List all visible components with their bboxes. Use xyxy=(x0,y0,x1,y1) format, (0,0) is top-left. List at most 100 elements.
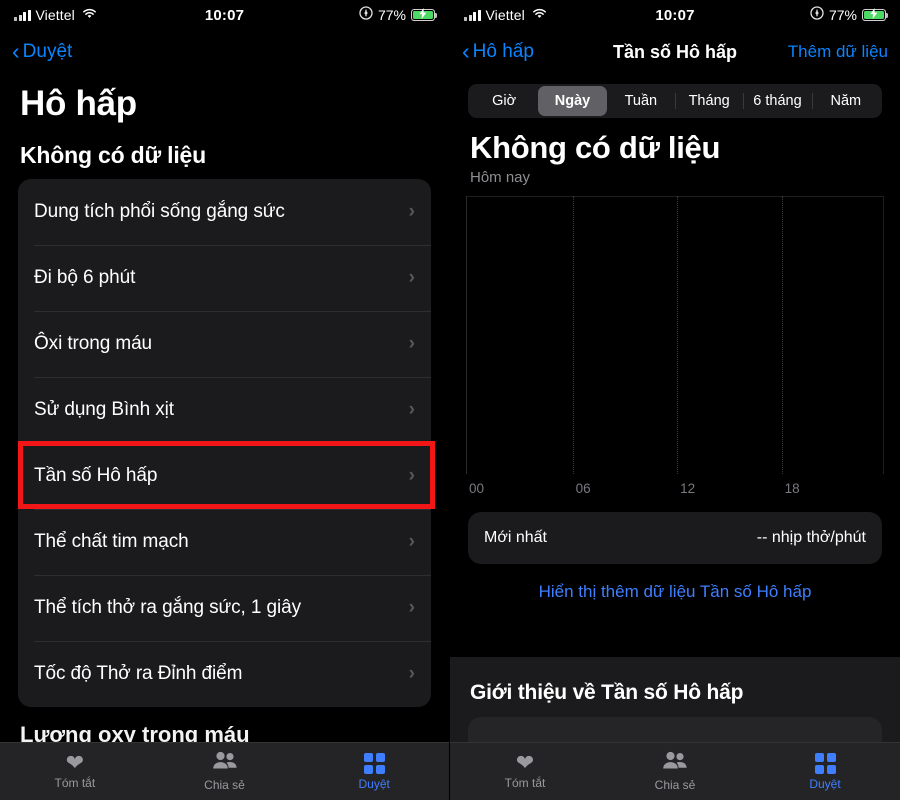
people-icon xyxy=(212,751,238,775)
back-button[interactable]: ‹ Duyệt xyxy=(12,37,73,64)
metrics-list-card: Dung tích phổi sống gắng sức › Đi bộ 6 p… xyxy=(18,179,431,707)
latest-value: -- nhịp thở/phút xyxy=(756,529,866,546)
right-nav-bar: ‹ Hô hấp Tần số Hô hấp Thêm dữ liệu xyxy=(450,30,900,74)
left-nav-bar: ‹ Duyệt xyxy=(0,30,449,74)
chevron-right-icon: › xyxy=(408,663,415,684)
tab-label: Tóm tắt xyxy=(54,776,96,790)
list-item-label: Tần số Hô hấp xyxy=(34,465,158,486)
list-item[interactable]: Thể chất tim mạch › xyxy=(18,509,431,575)
heart-icon: ❤ xyxy=(515,750,535,775)
battery-percent-label: 77% xyxy=(377,7,406,23)
battery-charging-icon xyxy=(862,8,889,21)
no-data-title: Không có dữ liệu xyxy=(470,130,721,165)
list-item-label: Sử dụng Bình xịt xyxy=(34,399,174,420)
list-item-label: Ôxi trong máu xyxy=(34,333,153,354)
tab-summary[interactable]: ❤ Tóm tắt xyxy=(0,750,150,791)
tab-summary[interactable]: ❤ Tóm tắt xyxy=(450,750,600,791)
status-left: Viettel xyxy=(14,7,97,23)
right-phone-screen: Viettel 10:07 77% ‹ Hô hấp Tần số Hô hấp… xyxy=(450,0,900,800)
tab-label: Chia sẻ xyxy=(654,778,696,792)
rotation-lock-icon xyxy=(810,6,824,24)
range-segmented-control: Giờ Ngày Tuần Tháng 6 tháng Năm xyxy=(468,84,882,118)
status-right: 77% xyxy=(359,6,438,24)
show-more-data-button[interactable]: Hiển thị thêm dữ liệu Tần số Hô hấp xyxy=(468,574,882,610)
back-button[interactable]: ‹ Hô hấp xyxy=(462,37,534,64)
chart-gridline xyxy=(572,196,574,474)
segment-hour[interactable]: Giờ xyxy=(470,86,538,116)
heart-icon: ❤ xyxy=(65,750,85,775)
about-title: Giới thiệu về Tần số Hô hấp xyxy=(470,681,744,704)
grid-icon xyxy=(814,752,836,774)
chart-gridline xyxy=(781,196,783,474)
chart-top-border xyxy=(466,196,884,197)
segment-week[interactable]: Tuần xyxy=(607,86,675,116)
chart-gridline xyxy=(677,196,679,474)
chart-x-tick: 06 xyxy=(575,481,591,496)
tab-sharing[interactable]: Chia sẻ xyxy=(600,751,750,792)
tab-browse[interactable]: Duyệt xyxy=(750,752,900,791)
range-segmented-control-wrap: Giờ Ngày Tuần Tháng 6 tháng Năm xyxy=(450,74,900,124)
battery-percent-label: 77% xyxy=(828,7,857,23)
list-item[interactable]: Ôxi trong máu › xyxy=(18,311,431,377)
list-item[interactable]: Sử dụng Bình xịt › xyxy=(18,377,431,443)
rotation-lock-icon xyxy=(359,6,373,24)
respiratory-rate-chart: 00 06 12 18 xyxy=(466,196,884,496)
chart-x-tick: 18 xyxy=(784,481,800,496)
add-data-button[interactable]: Thêm dữ liệu xyxy=(788,42,888,62)
list-item[interactable]: Đi bộ 6 phút › xyxy=(18,245,431,311)
page-title: Hô hấp xyxy=(20,84,137,123)
tab-bar: ❤ Tóm tắt Chia sẻ Duyệt xyxy=(450,742,900,800)
list-item[interactable]: Thể tích thở ra gắng sức, 1 giây › xyxy=(18,575,431,641)
segment-year[interactable]: Năm xyxy=(811,86,880,116)
chart-x-tick: 12 xyxy=(680,481,696,496)
chevron-right-icon: › xyxy=(408,201,415,222)
tab-label: Duyệt xyxy=(809,776,841,791)
status-right: 77% xyxy=(810,6,889,24)
list-item[interactable]: Dung tích phổi sống gắng sức › xyxy=(18,179,431,245)
chevron-right-icon: › xyxy=(408,465,415,486)
list-item-label: Dung tích phổi sống gắng sức xyxy=(34,201,285,222)
chevron-right-icon: › xyxy=(408,597,415,618)
carrier-label: Viettel xyxy=(35,7,75,23)
carrier-label: Viettel xyxy=(485,7,525,23)
left-phone-screen: Viettel 10:07 77% ‹ Duyệt Hô hấp Không c… xyxy=(0,0,450,800)
list-item-label: Thể chất tim mạch xyxy=(34,531,189,552)
chevron-right-icon: › xyxy=(408,267,415,288)
wifi-icon xyxy=(82,7,97,23)
segment-day[interactable]: Ngày xyxy=(538,86,607,116)
chevron-right-icon: › xyxy=(408,531,415,552)
segment-six-months[interactable]: 6 tháng xyxy=(743,86,811,116)
chart-left-axis xyxy=(466,196,467,474)
chart-right-border xyxy=(883,196,884,474)
back-label: Hô hấp xyxy=(472,41,534,62)
tab-label: Duyệt xyxy=(358,776,390,791)
chevron-right-icon: › xyxy=(408,333,415,354)
list-item-label: Thể tích thở ra gắng sức, 1 giây xyxy=(34,597,302,618)
latest-label: Mới nhất xyxy=(484,529,547,546)
section-title: Không có dữ liệu xyxy=(20,142,206,168)
status-bar: Viettel 10:07 77% xyxy=(450,0,900,30)
range-label: Hôm nay xyxy=(470,169,531,186)
chevron-left-icon: ‹ xyxy=(12,37,20,64)
tab-sharing[interactable]: Chia sẻ xyxy=(150,751,300,792)
latest-value-card: Mới nhất -- nhịp thở/phút xyxy=(468,512,882,564)
list-item-label: Tốc độ Thở ra Đỉnh điểm xyxy=(34,663,243,684)
segment-month[interactable]: Tháng xyxy=(674,86,743,116)
tab-label: Chia sẻ xyxy=(204,778,245,792)
signal-bars-icon xyxy=(14,9,31,21)
battery-charging-icon xyxy=(411,8,438,21)
list-item[interactable]: Tốc độ Thở ra Đỉnh điểm › xyxy=(18,641,431,707)
chevron-right-icon: › xyxy=(408,399,415,420)
list-item-respiratory-rate[interactable]: Tần số Hô hấp › xyxy=(18,443,431,509)
back-label: Duyệt xyxy=(22,41,73,62)
people-icon xyxy=(662,751,688,775)
signal-bars-icon xyxy=(464,9,481,21)
status-bar: Viettel 10:07 77% xyxy=(0,0,449,30)
grid-icon xyxy=(363,752,385,774)
chart-x-tick: 00 xyxy=(469,481,485,496)
tab-browse[interactable]: Duyệt xyxy=(299,752,449,791)
dual-screenshot: Viettel 10:07 77% ‹ Duyệt Hô hấp Không c… xyxy=(0,0,900,800)
chevron-left-icon: ‹ xyxy=(462,37,470,64)
tab-label: Tóm tắt xyxy=(504,776,546,790)
status-left: Viettel xyxy=(464,7,547,23)
